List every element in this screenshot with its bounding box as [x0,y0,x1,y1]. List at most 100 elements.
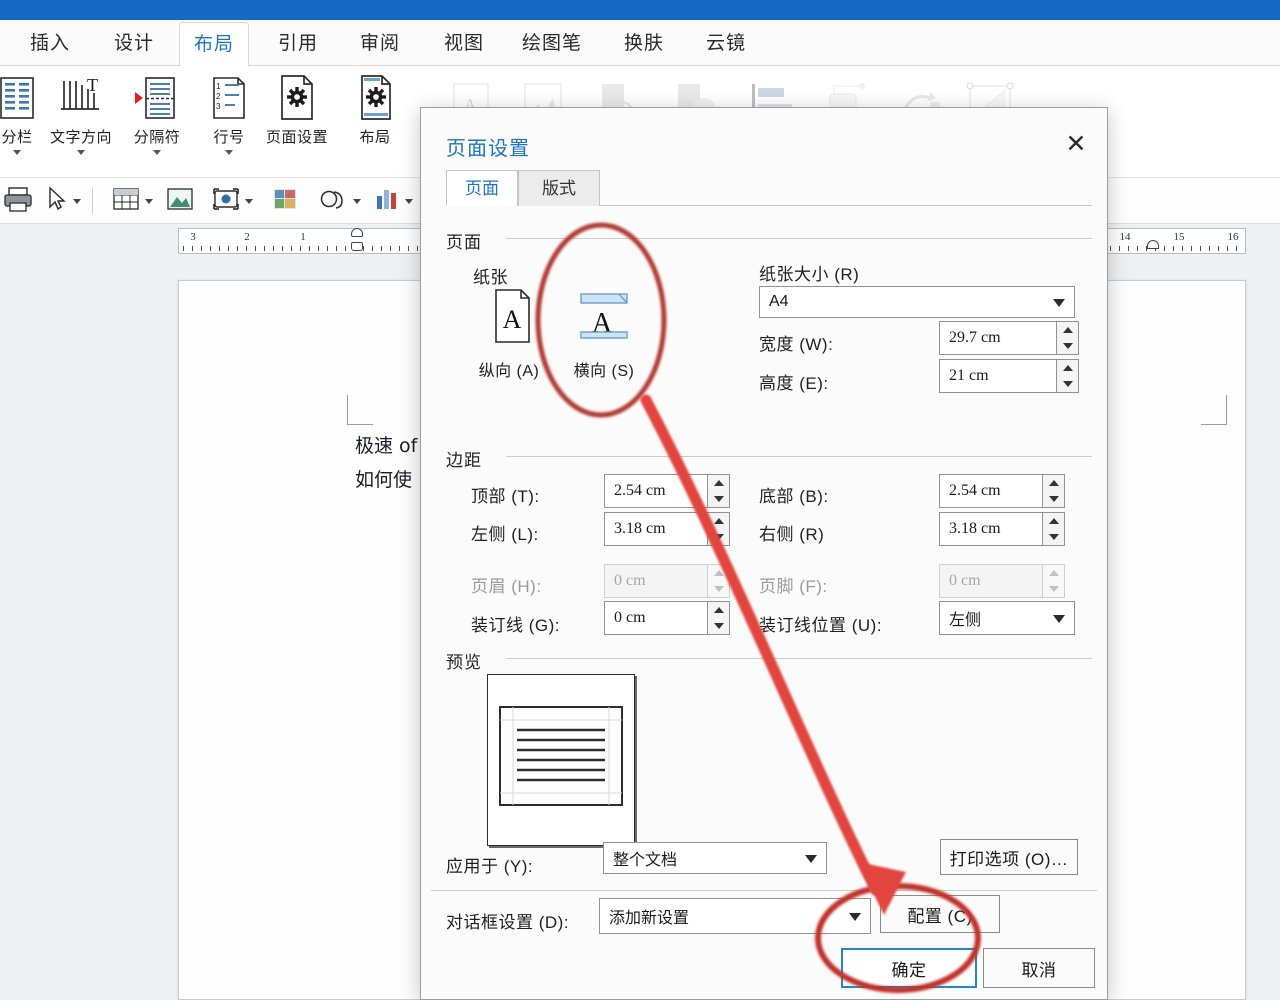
close-icon[interactable]: ✕ [1059,126,1093,160]
stepper-down[interactable] [708,618,729,634]
margin-left-input[interactable]: 3.18 cm [604,512,708,546]
toolbar-picture-button[interactable] [166,186,194,216]
margin-bottom-stepper[interactable] [1043,474,1065,508]
stepper-down[interactable] [1057,338,1078,354]
right-indent-marker[interactable] [1147,240,1159,249]
toolbar-select-button[interactable] [46,185,81,217]
paper-width-input[interactable]: 29.7 cm [939,321,1057,355]
ok-button[interactable]: 确定 [841,948,977,988]
dialog-settings-select[interactable]: 添加新设置 [599,898,871,934]
dialog-tab-page[interactable]: 页面 [446,170,518,206]
ribbon-tab-cloud[interactable]: 云镜 [692,22,760,66]
chevron-down-icon[interactable] [405,198,413,204]
ruler-tick [291,246,292,251]
margin-top-stepper[interactable] [708,474,730,508]
stepper-up[interactable] [708,475,729,491]
config-button[interactable]: 配置 (C) [880,895,1000,933]
chevron-down-icon[interactable] [1053,615,1065,623]
ribbon-tab-references[interactable]: 引用 [264,22,332,66]
paper-label: 纸张 [473,268,508,287]
stepper-up[interactable] [708,513,729,529]
ribbon-button-page-setup[interactable]: 页面设置 [258,70,336,174]
first-line-indent-marker[interactable] [351,228,363,237]
chevron-down-icon[interactable] [849,913,861,921]
select-icon [46,185,68,217]
stepper-up[interactable] [1043,513,1064,529]
chevron-down-icon[interactable] [353,198,361,204]
toolbar-screenshot-button[interactable] [212,186,253,216]
chevron-down-icon[interactable] [145,198,153,204]
print-options-button[interactable]: 打印选项 (O)… [940,839,1078,875]
margin-right-stepper[interactable] [1043,512,1065,546]
margin-top-input[interactable]: 2.54 cm [604,474,708,508]
ruler-tick [228,246,229,251]
margin-right-input[interactable]: 3.18 cm [939,512,1043,546]
ribbon-tab-view[interactable]: 视图 [430,22,498,66]
toolbar-chart-button[interactable] [374,186,413,216]
stepper-down[interactable] [708,491,729,507]
ribbon-button-line-numbers[interactable]: 123 行号 [190,70,268,174]
ruler-tick [327,246,328,251]
paper-height-value: 21 cm [949,367,989,384]
paper-size-label: 纸张大小 (R) [759,265,860,284]
gutter-position-value: 左侧 [949,612,982,629]
toolbar-shapes-button[interactable] [318,186,361,216]
table-icon [112,186,140,217]
gutter-position-select[interactable]: 左侧 [939,601,1075,635]
chevron-down-icon[interactable] [73,198,81,204]
page-setup-dialog[interactable]: 页面设置 ✕ 页面 版式 页面 纸张 A 纵向 (A) A 横向 (S) 纸张大… [420,107,1108,1000]
paper-height-stepper[interactable] [1057,359,1079,393]
ribbon-tab-review[interactable]: 审阅 [346,22,414,66]
toolbar-smartart-button[interactable] [272,186,298,216]
paper-size-select[interactable]: A4 [759,286,1075,318]
paper-height-input[interactable]: 21 cm [939,359,1057,393]
ribbon-tab-layout[interactable]: 布局 [179,22,249,66]
apply-to-value: 整个文档 [613,852,678,869]
ribbon-tab-drawpen[interactable]: 绘图笔 [508,22,596,66]
caret-up-icon [1048,570,1059,576]
stepper-up [1043,565,1064,581]
ribbon-button-text-direction[interactable]: T 文字方向 [42,70,120,174]
orientation-landscape-option[interactable]: A 横向 (S) [556,286,652,381]
stepper-up[interactable] [1057,360,1078,376]
stepper-down[interactable] [1043,491,1064,507]
chevron-down-icon[interactable] [225,150,233,155]
caret-up-icon [1048,518,1059,524]
chevron-down-icon[interactable] [245,198,253,204]
caret-up-icon [1048,480,1059,486]
ruler-tick [1164,246,1165,251]
stepper-down[interactable] [1057,376,1078,392]
cancel-button[interactable]: 取消 [983,948,1095,988]
stepper-up[interactable] [1057,322,1078,338]
ruler-tick [192,246,193,251]
margin-gutter-input[interactable]: 0 cm [604,601,708,635]
margin-gutter-stepper[interactable] [708,601,730,635]
stepper-down[interactable] [708,529,729,545]
margin-bottom-input[interactable]: 2.54 cm [939,474,1043,508]
chevron-down-icon[interactable] [77,150,85,155]
apply-to-select[interactable]: 整个文档 [603,842,827,874]
ribbon-tab-design[interactable]: 设计 [100,22,168,66]
ribbon-tab-insert[interactable]: 插入 [16,22,84,66]
stepper-up[interactable] [708,602,729,618]
orientation-portrait-option[interactable]: A 纵向 (A) [461,286,557,381]
chevron-down-icon[interactable] [153,150,161,155]
toolbar-printer-button[interactable] [2,186,34,216]
left-indent-marker[interactable] [351,242,363,251]
picture-icon [166,186,194,217]
ribbon-button-break[interactable]: 分隔符 [118,70,196,174]
ruler-tick [399,246,400,251]
ribbon-tab-skin[interactable]: 换肤 [610,22,678,66]
stepper-down[interactable] [1043,529,1064,545]
paper-width-stepper[interactable] [1057,321,1079,355]
ruler-tick [1110,246,1111,251]
toolbar-table-button[interactable] [112,186,153,216]
chevron-down-icon[interactable] [13,150,21,155]
ribbon-button-layout[interactable]: 布局 [336,70,414,174]
margin-left-stepper[interactable] [708,512,730,546]
dialog-tab-layout[interactable]: 版式 [518,170,600,206]
stepper-up[interactable] [1043,475,1064,491]
chevron-down-icon[interactable] [1053,299,1065,307]
window-titlebar [0,0,1280,20]
chevron-down-icon[interactable] [805,855,817,863]
